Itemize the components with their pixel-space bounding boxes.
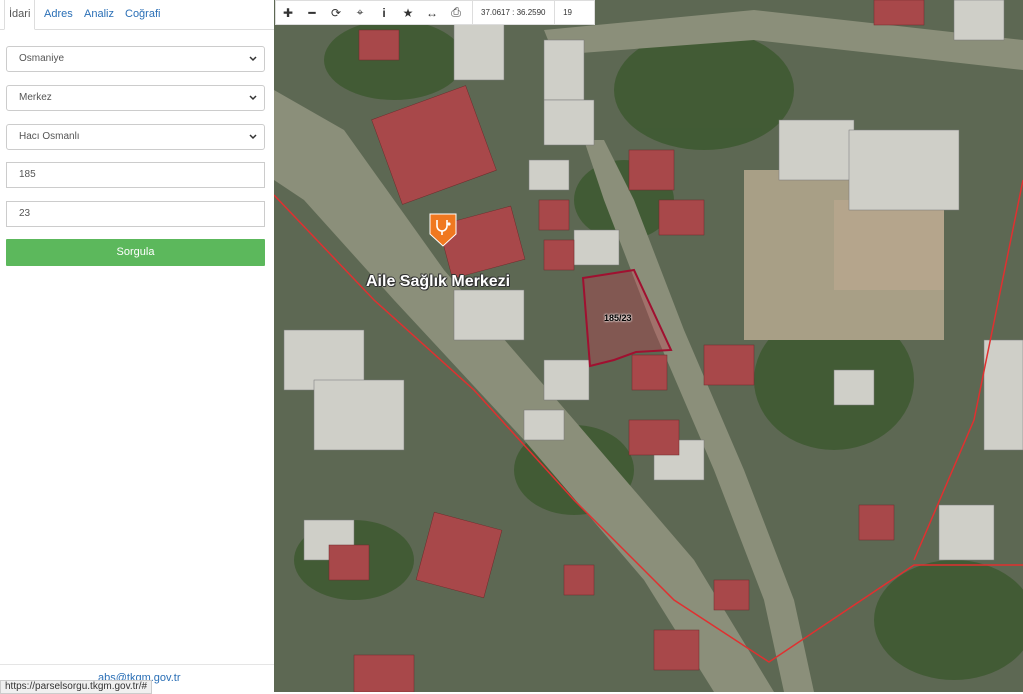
tab-adres[interactable]: Adres <box>44 0 73 29</box>
footer-divider <box>0 664 274 665</box>
star-icon: ★ <box>402 5 414 20</box>
neighborhood-select[interactable]: Hacı Osmanlı <box>6 124 265 150</box>
province-select[interactable]: Osmaniye <box>6 46 265 72</box>
measure-button[interactable]: ↔ <box>420 1 444 24</box>
chevron-down-icon <box>249 95 257 101</box>
zoom-in-button[interactable]: ✚ <box>276 1 300 24</box>
chevron-down-icon <box>249 134 257 140</box>
parcel-input[interactable]: 23 <box>6 201 265 227</box>
print-icon: ⎙ <box>451 5 461 19</box>
district-select-value: Merkez <box>19 92 52 103</box>
block-input[interactable]: 185 <box>6 162 265 188</box>
favorite-button[interactable]: ★ <box>396 1 420 24</box>
print-button[interactable]: ⎙ <box>444 1 468 24</box>
coordinate-readout: 37.0617 : 36.2590 <box>472 1 555 24</box>
refresh-icon: ⟳ <box>330 5 342 20</box>
neighborhood-select-value: Hacı Osmanlı <box>19 131 80 142</box>
plus-icon: ✚ <box>282 5 294 20</box>
zoom-out-button[interactable]: ━ <box>300 1 324 24</box>
tab-analiz[interactable]: Analiz <box>84 0 114 29</box>
tab-idari[interactable]: İdari <box>4 0 36 30</box>
tab-cografi[interactable]: Coğrafi <box>125 0 160 29</box>
province-select-value: Osmaniye <box>19 53 65 64</box>
locate-button[interactable]: ⌖ <box>348 1 372 24</box>
info-button[interactable]: i <box>372 1 396 24</box>
arrows-icon: ↔ <box>426 5 438 20</box>
crosshair-icon: ⌖ <box>356 5 364 19</box>
info-icon: i <box>382 5 386 20</box>
poi-label: Aile Sağlık Merkezi <box>366 273 511 290</box>
tab-bar: İdari Adres Analiz Coğrafi <box>0 0 274 30</box>
minus-icon: ━ <box>308 5 316 20</box>
refresh-button[interactable]: ⟳ <box>324 1 348 24</box>
sidebar: İdari Adres Analiz Coğrafi Osmaniye Merk… <box>0 0 275 694</box>
satellite-imagery <box>274 0 1023 692</box>
map-view[interactable] <box>274 0 1023 692</box>
district-select[interactable]: Merkez <box>6 85 265 111</box>
map-toolbar: ✚ ━ ⟳ ⌖ i ★ ↔ ⎙ 37.0617 : 36.2590 19 <box>275 0 595 25</box>
zoom-level: 19 <box>563 8 572 17</box>
chevron-down-icon <box>249 56 257 62</box>
parcel-label: 185/23 <box>604 313 632 323</box>
query-button[interactable]: Sorgula <box>6 239 265 266</box>
